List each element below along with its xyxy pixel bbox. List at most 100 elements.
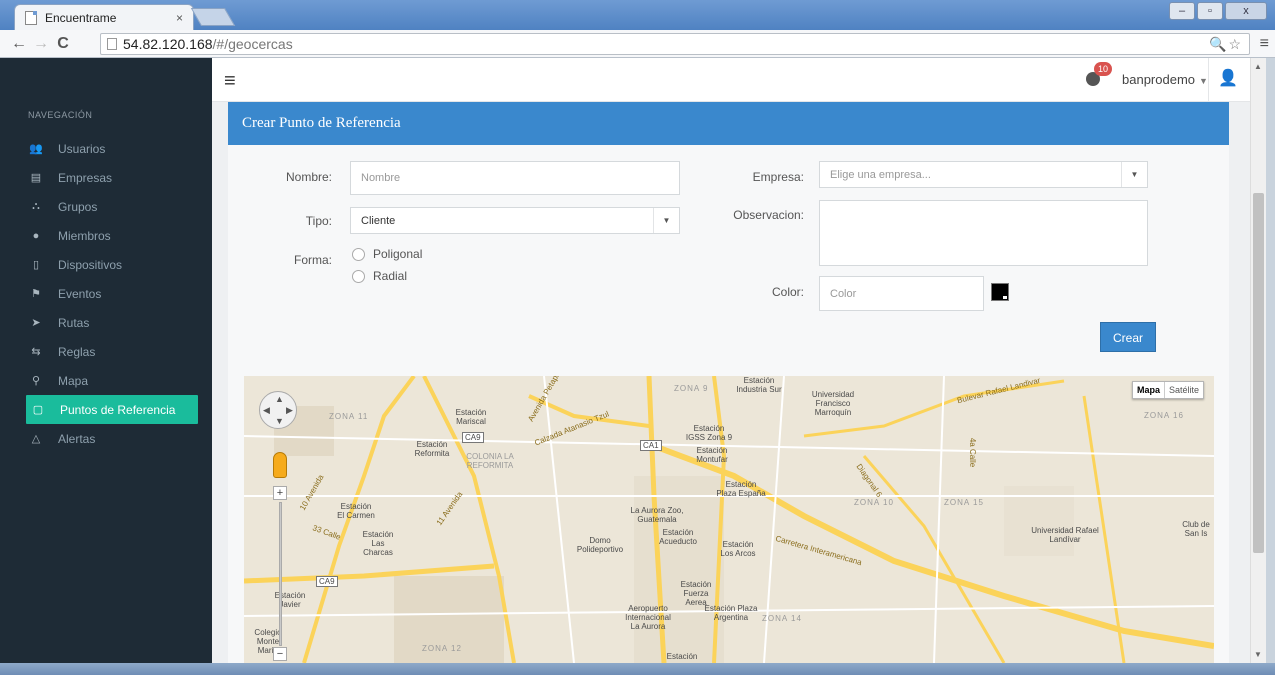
- forma-label: Forma:: [293, 253, 332, 267]
- scroll-down-icon[interactable]: ▼: [1254, 650, 1262, 659]
- map-label: Estación Acueducto: [659, 528, 697, 546]
- sidebar-item-miembros[interactable]: ● Miembros: [28, 221, 200, 250]
- map-label: Estación Los Arcos: [720, 540, 756, 558]
- user-menu[interactable]: banprodemo ▼: [1122, 72, 1208, 87]
- map-label: ZONA 15: [944, 498, 984, 507]
- street-view-pegman-icon[interactable]: [273, 452, 287, 478]
- crear-button[interactable]: Crear: [1100, 322, 1156, 352]
- sidebar-item-usuarios[interactable]: 👥 Usuarios: [28, 134, 200, 163]
- highway-shield: CA9: [462, 432, 484, 443]
- map-label: Universidad Rafael Landívar: [1031, 526, 1099, 544]
- address-bar[interactable]: 54.82.120.168/#/geocercas 🔍☆: [100, 33, 1250, 55]
- map-type-satellite-button[interactable]: Satélite: [1165, 382, 1203, 398]
- window-controls: – ▫ x: [1169, 2, 1267, 20]
- browser-tab[interactable]: Encuentrame ×: [14, 4, 194, 30]
- page-icon: [25, 10, 37, 25]
- device-icon: ▯: [32, 259, 40, 271]
- sidebar-item-empresas[interactable]: ▤ Empresas: [28, 163, 200, 192]
- empresa-placeholder: Elige una empresa...: [830, 168, 931, 181]
- sidebar-item-mapa[interactable]: ⚲ Mapa: [28, 366, 200, 395]
- browser-titlebar: Encuentrame × – ▫ x: [0, 0, 1275, 30]
- pan-left-icon: ◀: [263, 405, 270, 415]
- pan-up-icon: ▲: [275, 394, 284, 404]
- tipo-select[interactable]: Cliente ▼: [350, 207, 680, 234]
- map-label: Estación Fuerza Aerea: [680, 580, 712, 607]
- sidebar-item-label: Dispositivos: [58, 257, 123, 272]
- highway-shield: CA1: [640, 440, 662, 451]
- map[interactable]: ZONA 11 ZONA 9 ZONA 10 ZONA 15 ZONA 16 Z…: [244, 376, 1214, 663]
- building-icon: ▤: [30, 172, 42, 184]
- map-label: Domo Polideportivo: [576, 536, 624, 554]
- map-label: La Aurora Zoo, Guatemala: [630, 506, 684, 524]
- tab-title: Encuentrame: [45, 10, 117, 25]
- sidebar-item-alertas[interactable]: △ Alertas: [28, 424, 200, 453]
- radio-button[interactable]: [352, 269, 365, 283]
- map-label: Estación Mariscal: [455, 408, 487, 426]
- map-label: ZONA 14: [762, 614, 802, 623]
- sidebar-item-rutas[interactable]: ➤ Rutas: [28, 308, 200, 337]
- app-topbar: ≡ 10 banprodemo ▼ 👤: [212, 58, 1250, 102]
- scroll-thumb[interactable]: [1253, 193, 1264, 553]
- sidebar-item-puntos-de-referencia[interactable]: ▢ Puntos de Referencia: [26, 395, 198, 424]
- maximize-button[interactable]: ▫: [1197, 2, 1223, 20]
- map-label: ZONA 9: [674, 384, 709, 393]
- reload-button[interactable]: C: [52, 35, 74, 53]
- map-label: Estación El Carmen: [337, 502, 375, 520]
- map-label: ZONA 12: [422, 644, 462, 653]
- user-name: banprodemo: [1122, 72, 1195, 87]
- page-icon: [107, 38, 117, 50]
- sitemap-icon: ⛬: [32, 200, 40, 212]
- sidebar-item-label: Eventos: [58, 286, 102, 301]
- zoom-slider[interactable]: [279, 502, 282, 646]
- panel-title: Crear Punto de Referencia: [228, 102, 1229, 145]
- url-path: /#/geocercas: [212, 36, 293, 52]
- empresa-select[interactable]: Elige una empresa... ▼: [819, 161, 1148, 188]
- map-label: COLONIA LA REFORMITA: [466, 452, 514, 470]
- sidebar-item-eventos[interactable]: ⚑ Eventos: [28, 279, 200, 308]
- new-tab-button[interactable]: [190, 8, 236, 26]
- zoom-in-button[interactable]: +: [273, 486, 287, 500]
- zoom-out-button[interactable]: −: [273, 647, 287, 661]
- forward-button[interactable]: →: [30, 35, 52, 53]
- nombre-input[interactable]: Nombre: [350, 161, 680, 195]
- sidebar-item-grupos[interactable]: ⛬ Grupos: [28, 192, 200, 221]
- map-type-map-button[interactable]: Mapa: [1133, 382, 1166, 398]
- pan-down-icon: ▼: [275, 416, 284, 426]
- tab-close-icon[interactable]: ×: [176, 11, 183, 25]
- flag-icon: ⚑: [31, 288, 41, 300]
- map-label: Estación Plaza Argentina: [704, 604, 758, 622]
- map-label: Estación Javier: [274, 591, 306, 609]
- pan-control[interactable]: ▲ ◀ ▶ ▼: [259, 391, 297, 429]
- tipo-selected-value: Cliente: [361, 214, 396, 227]
- observacion-textarea[interactable]: [819, 200, 1148, 266]
- notification-count-badge: 10: [1094, 62, 1113, 76]
- divider: [1208, 58, 1209, 102]
- map-label: Aeropuerto Internacional La Aurora: [625, 604, 671, 631]
- scroll-up-icon[interactable]: ▲: [1254, 62, 1262, 71]
- radio-radial[interactable]: Radial: [352, 269, 407, 283]
- radio-button[interactable]: [352, 247, 365, 261]
- minimize-button[interactable]: –: [1169, 2, 1195, 20]
- sidebar-item-reglas[interactable]: ⇆ Reglas: [28, 337, 200, 366]
- user-profile-icon[interactable]: 👤: [1218, 68, 1238, 88]
- bookmark-star-icon[interactable]: 🔍☆: [1209, 36, 1243, 53]
- tipo-label: Tipo:: [305, 214, 332, 228]
- close-window-button[interactable]: x: [1225, 2, 1267, 20]
- sidebar-item-label: Rutas: [58, 315, 90, 330]
- color-swatch[interactable]: [991, 283, 1009, 301]
- users-icon: 👥: [29, 143, 43, 155]
- map-label: Estación Las Charcas: [362, 530, 394, 557]
- chevron-down-icon: ▼: [653, 208, 679, 233]
- observacion-label: Observacion:: [733, 208, 804, 222]
- color-input[interactable]: Color: [819, 276, 984, 311]
- map-label: Estación Montufar: [696, 446, 728, 464]
- radio-poligonal[interactable]: Poligonal: [352, 247, 422, 261]
- back-button[interactable]: ←: [8, 35, 30, 53]
- hamburger-menu-icon[interactable]: ≡: [224, 70, 236, 93]
- highway-shield: CA9: [316, 576, 338, 587]
- page-scrollbar[interactable]: ▲ ▼: [1250, 58, 1266, 663]
- sidebar-item-dispositivos[interactable]: ▯ Dispositivos: [28, 250, 200, 279]
- browser-menu-icon[interactable]: ≡: [1260, 35, 1269, 53]
- map-label: 4a Calle: [968, 437, 978, 468]
- sidebar-item-label: Puntos de Referencia: [60, 402, 176, 417]
